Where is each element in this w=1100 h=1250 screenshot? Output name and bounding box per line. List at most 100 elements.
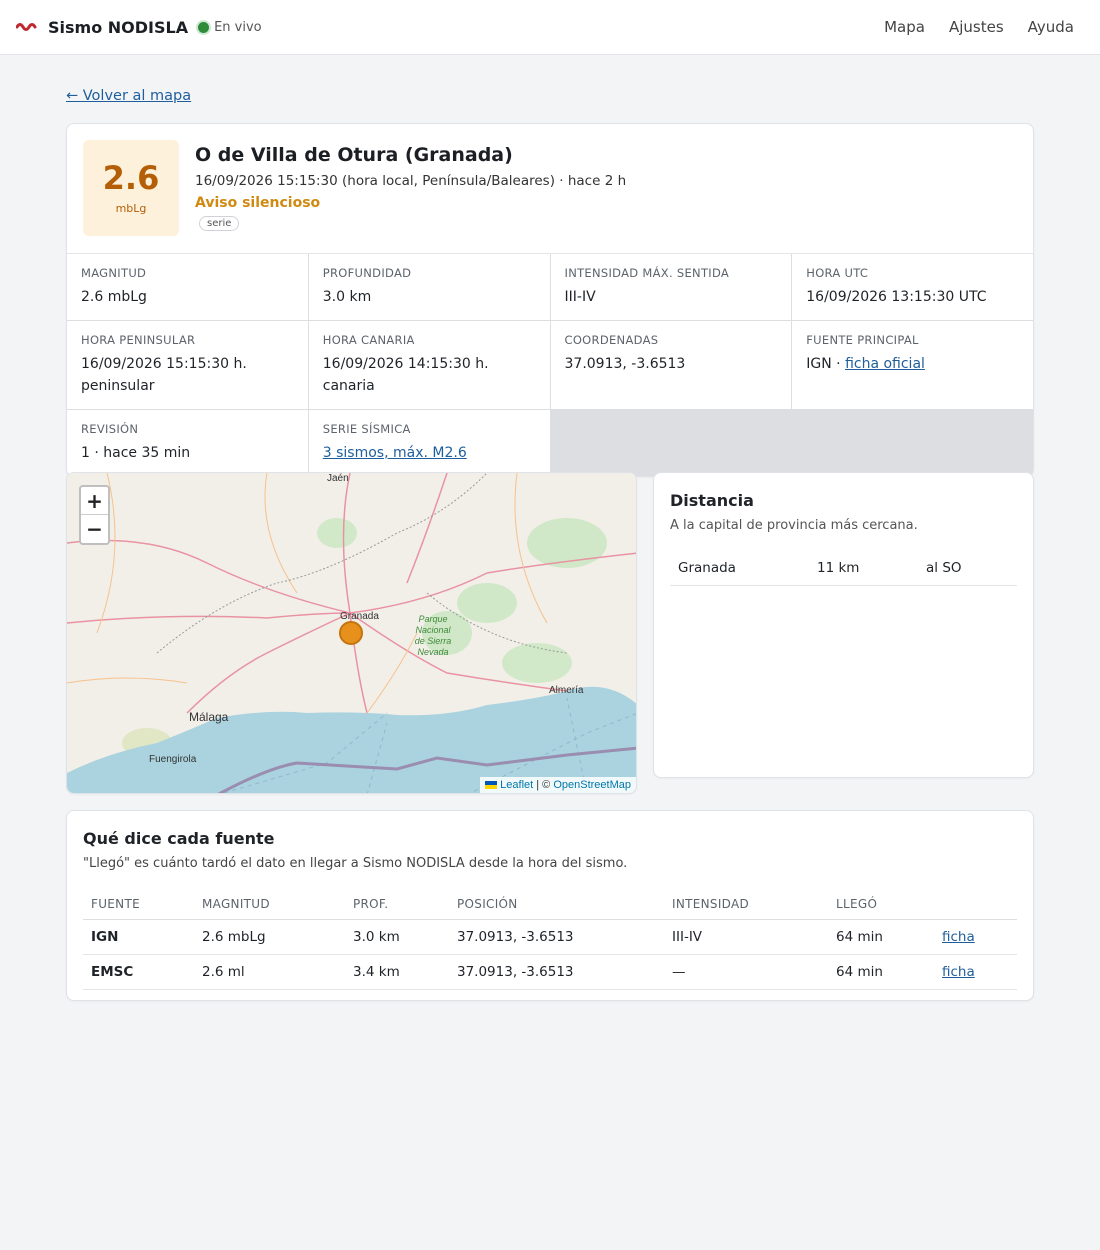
col-fuente: FUENTE [83, 889, 194, 920]
map-panel[interactable]: Jaén Granada Málaga Almería Fuengirola P… [66, 472, 637, 794]
cell-arrival: 64 min [828, 954, 934, 990]
seismic-series-link[interactable]: 3 sismos, máx. M2.6 [323, 445, 467, 461]
nav-ayuda[interactable]: Ayuda [1028, 18, 1074, 36]
live-label: En vivo [214, 19, 262, 35]
park-label-4: Nevada [417, 647, 448, 657]
cell-magnitude: 2.6 ml [194, 954, 345, 990]
distance-row: Granada 11 km al SO [670, 551, 1017, 586]
event-title: O de Villa de Otura (Granada) [195, 144, 513, 166]
live-indicator: En vivo [198, 20, 262, 35]
osm-link[interactable]: OpenStreetMap [553, 779, 631, 791]
col-llego: LLEGÓ [828, 889, 934, 920]
event-fields-grid: MAGNITUD 2.6 mbLg PROFUNDIDAD 3.0 km INT… [67, 254, 1033, 476]
distance-title: Distancia [670, 491, 754, 510]
ukraine-flag-icon [485, 781, 498, 790]
field-revision: REVISIÓN 1 · hace 35 min [67, 410, 308, 476]
col-magnitud: MAGNITUD [194, 889, 345, 920]
field-label: HORA UTC [806, 266, 869, 280]
top-bar: Sismo NODISLA En vivo Mapa Ajustes Ayuda [0, 0, 1100, 55]
field-label: MAGNITUD [81, 266, 147, 280]
field-label: SERIE SÍSMICA [322, 422, 411, 436]
field-value: 1 · hace 35 min [81, 445, 191, 461]
col-posicion: POSICIÓN [449, 889, 664, 920]
seismic-wave-icon [16, 23, 37, 31]
field-label: INTENSIDAD MÁX. SENTIDA [564, 266, 730, 280]
field-label: HORA CANARIA [322, 333, 415, 347]
sources-card: Qué dice cada fuente "Llegó" es cuánto t… [66, 810, 1034, 1001]
attribution-separator: | © [536, 779, 551, 791]
field-value: 16/09/2026 13:15:30 UTC [806, 289, 987, 305]
map-attribution: Leaflet | © OpenStreetMap [480, 777, 636, 793]
event-header: 2.6 mbLg O de Villa de Otura (Granada) 1… [67, 124, 1033, 254]
cell-source: EMSC [83, 954, 194, 990]
field-serie: SERIE SÍSMICA 3 sismos, máx. M2.6 [308, 410, 550, 476]
cell-depth: 3.0 km [345, 919, 449, 955]
field-value: 16/09/2026 14:15:30 h. canaria [322, 356, 489, 394]
nav-ajustes[interactable]: Ajustes [949, 18, 1004, 36]
magnitude-value: 2.6 [102, 158, 160, 197]
event-info: O de Villa de Otura (Granada) 16/09/2026… [195, 140, 626, 237]
park-label-3: de Sierra [415, 636, 452, 646]
sources-subtitle: "Llegó" es cuánto tardó el dato en llega… [83, 856, 628, 871]
cell-source: IGN [83, 919, 194, 955]
epicenter-marker-icon [339, 621, 363, 645]
place-jaen: Jaén [327, 473, 349, 484]
zoom-out-button[interactable]: − [81, 515, 108, 543]
place-malaga: Málaga [189, 710, 229, 724]
distance-subtitle: A la capital de provincia más cercana. [670, 518, 918, 533]
grid-filler [550, 410, 792, 476]
official-record-link[interactable]: ficha oficial [845, 356, 925, 372]
field-value: III-IV [564, 289, 596, 305]
nav-mapa[interactable]: Mapa [884, 18, 925, 36]
distance-direction: al SO [926, 560, 962, 576]
cell-arrival: 64 min [828, 919, 934, 955]
magnitude-badge: 2.6 mbLg [83, 140, 179, 236]
field-intensidad: INTENSIDAD MÁX. SENTIDA III-IV [550, 254, 792, 320]
table-row: IGN 2.6 mbLg 3.0 km 37.0913, -3.6513 III… [83, 919, 1017, 955]
cell-depth: 3.4 km [345, 954, 449, 990]
field-label: COORDENADAS [564, 333, 659, 347]
field-value: 37.0913, -3.6513 [564, 356, 686, 372]
grid-filler [792, 410, 1033, 476]
col-intensidad: INTENSIDAD [664, 889, 828, 920]
field-label: FUENTE PRINCIPAL [806, 333, 919, 347]
ficha-link[interactable]: ficha [942, 929, 975, 945]
field-value: 3 sismos, máx. M2.6 [323, 442, 536, 464]
back-to-map-link[interactable]: ← Volver al mapa [66, 88, 191, 104]
brand-name: Sismo NODISLA [48, 17, 189, 37]
distance-km: 11 km [817, 560, 860, 576]
map-tiles[interactable]: Jaén Granada Málaga Almería Fuengirola P… [67, 473, 637, 794]
field-label: HORA PENINSULAR [81, 333, 196, 347]
source-name: IGN · [806, 356, 841, 372]
field-hora-peninsular: HORA PENINSULAR 16/09/2026 15:15:30 h. p… [67, 321, 308, 409]
live-dot-icon [198, 21, 210, 33]
field-value: 16/09/2026 15:15:30 h. peninsular [81, 356, 247, 394]
field-value: IGN · ficha oficial [806, 353, 1019, 375]
event-detail-card: 2.6 mbLg O de Villa de Otura (Granada) 1… [66, 123, 1034, 477]
leaflet-link[interactable]: Leaflet [500, 779, 533, 791]
field-coordenadas: COORDENADAS 37.0913, -3.6513 [550, 321, 792, 409]
park-label-2: Nacional [415, 625, 451, 635]
col-link [934, 889, 1017, 920]
field-value: 2.6 mbLg [81, 289, 147, 305]
field-profundidad: PROFUNDIDAD 3.0 km [308, 254, 550, 320]
cell-magnitude: 2.6 mbLg [194, 919, 345, 955]
ficha-link[interactable]: ficha [942, 964, 975, 980]
zoom-control: + − [79, 485, 110, 545]
event-time: 16/09/2026 15:15:30 (hora local, Penínsu… [195, 173, 627, 189]
place-fuengirola: Fuengirola [149, 754, 197, 765]
alert-status: Aviso silencioso [195, 195, 321, 211]
distance-card: Distancia A la capital de provincia más … [653, 472, 1034, 778]
cell-intensity: — [664, 954, 828, 990]
cell-position: 37.0913, -3.6513 [449, 919, 664, 955]
zoom-in-button[interactable]: + [81, 487, 108, 515]
brand[interactable]: Sismo NODISLA [16, 18, 188, 37]
series-tag: serie [199, 216, 240, 231]
place-almeria: Almería [549, 685, 584, 696]
park-label-1: Parque [418, 614, 447, 624]
place-granada: Granada [340, 611, 379, 622]
cell-intensity: III-IV [664, 919, 828, 955]
table-header-row: FUENTE MAGNITUD PROF. POSICIÓN INTENSIDA… [83, 889, 1017, 920]
field-label: PROFUNDIDAD [322, 266, 412, 280]
field-hora-utc: HORA UTC 16/09/2026 13:15:30 UTC [792, 254, 1033, 320]
